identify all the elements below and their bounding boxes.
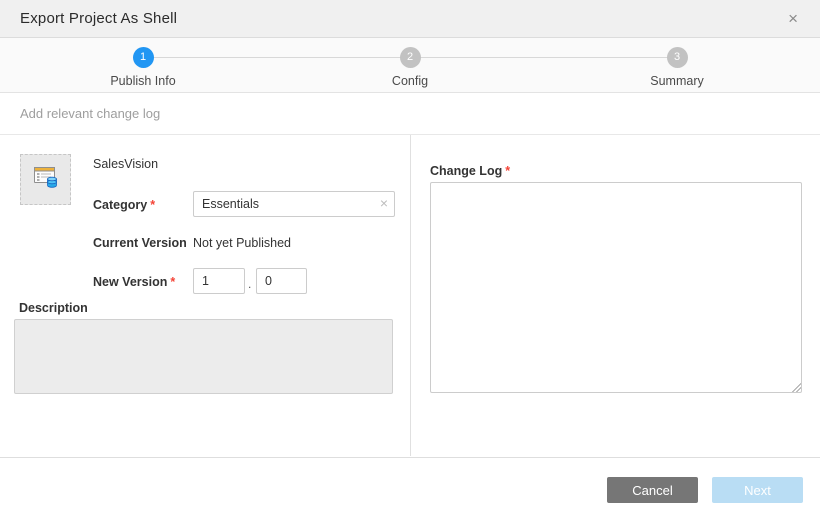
category-input[interactable] <box>193 191 395 217</box>
step-2-label: Config <box>340 74 480 88</box>
step-3-circle: 3 <box>667 47 688 68</box>
description-textarea <box>14 319 393 394</box>
required-asterisk: * <box>170 275 175 289</box>
step-config[interactable]: 2 Config <box>340 47 480 88</box>
new-version-label: New Version* <box>93 275 175 289</box>
step-1-label: Publish Info <box>73 74 213 88</box>
next-button[interactable]: Next <box>712 477 803 503</box>
category-label: Category* <box>93 198 155 212</box>
table-database-icon <box>31 162 61 197</box>
step-2-circle: 2 <box>400 47 421 68</box>
step-publish-info[interactable]: 1 Publish Info <box>73 47 213 88</box>
wizard-stepper: 1 Publish Info 2 Config 3 Summary <box>0 38 820 93</box>
description-label: Description <box>19 301 88 315</box>
required-asterisk: * <box>150 198 155 212</box>
export-project-dialog: Export Project As Shell × 1 Publish Info… <box>0 0 820 521</box>
step-3-label: Summary <box>607 74 747 88</box>
project-icon-box <box>20 154 71 205</box>
clear-category-icon[interactable]: × <box>380 196 388 210</box>
current-version-value: Not yet Published <box>193 236 291 250</box>
category-field-wrap: × <box>193 191 395 217</box>
change-log-hint-text: Add relevant change log <box>20 106 160 121</box>
dialog-titlebar: Export Project As Shell × <box>0 0 820 38</box>
dialog-footer: Cancel Next <box>0 457 820 521</box>
dialog-body: SalesVision Category* × Current Version … <box>0 135 820 457</box>
version-separator: . <box>248 277 251 291</box>
subheader: Add relevant change log <box>0 93 820 135</box>
dialog-title: Export Project As Shell <box>20 10 177 27</box>
cancel-button[interactable]: Cancel <box>607 477 698 503</box>
change-log-textarea[interactable] <box>430 182 802 393</box>
current-version-label: Current Version <box>93 236 187 250</box>
change-log-label: Change Log* <box>430 164 510 178</box>
step-summary[interactable]: 3 Summary <box>607 47 747 88</box>
new-version-major-input[interactable] <box>193 268 245 294</box>
step-1-circle: 1 <box>133 47 154 68</box>
required-asterisk: * <box>505 164 510 178</box>
new-version-minor-input[interactable] <box>256 268 307 294</box>
close-icon[interactable]: × <box>784 8 802 29</box>
panel-divider <box>410 135 411 456</box>
project-name: SalesVision <box>93 157 158 171</box>
